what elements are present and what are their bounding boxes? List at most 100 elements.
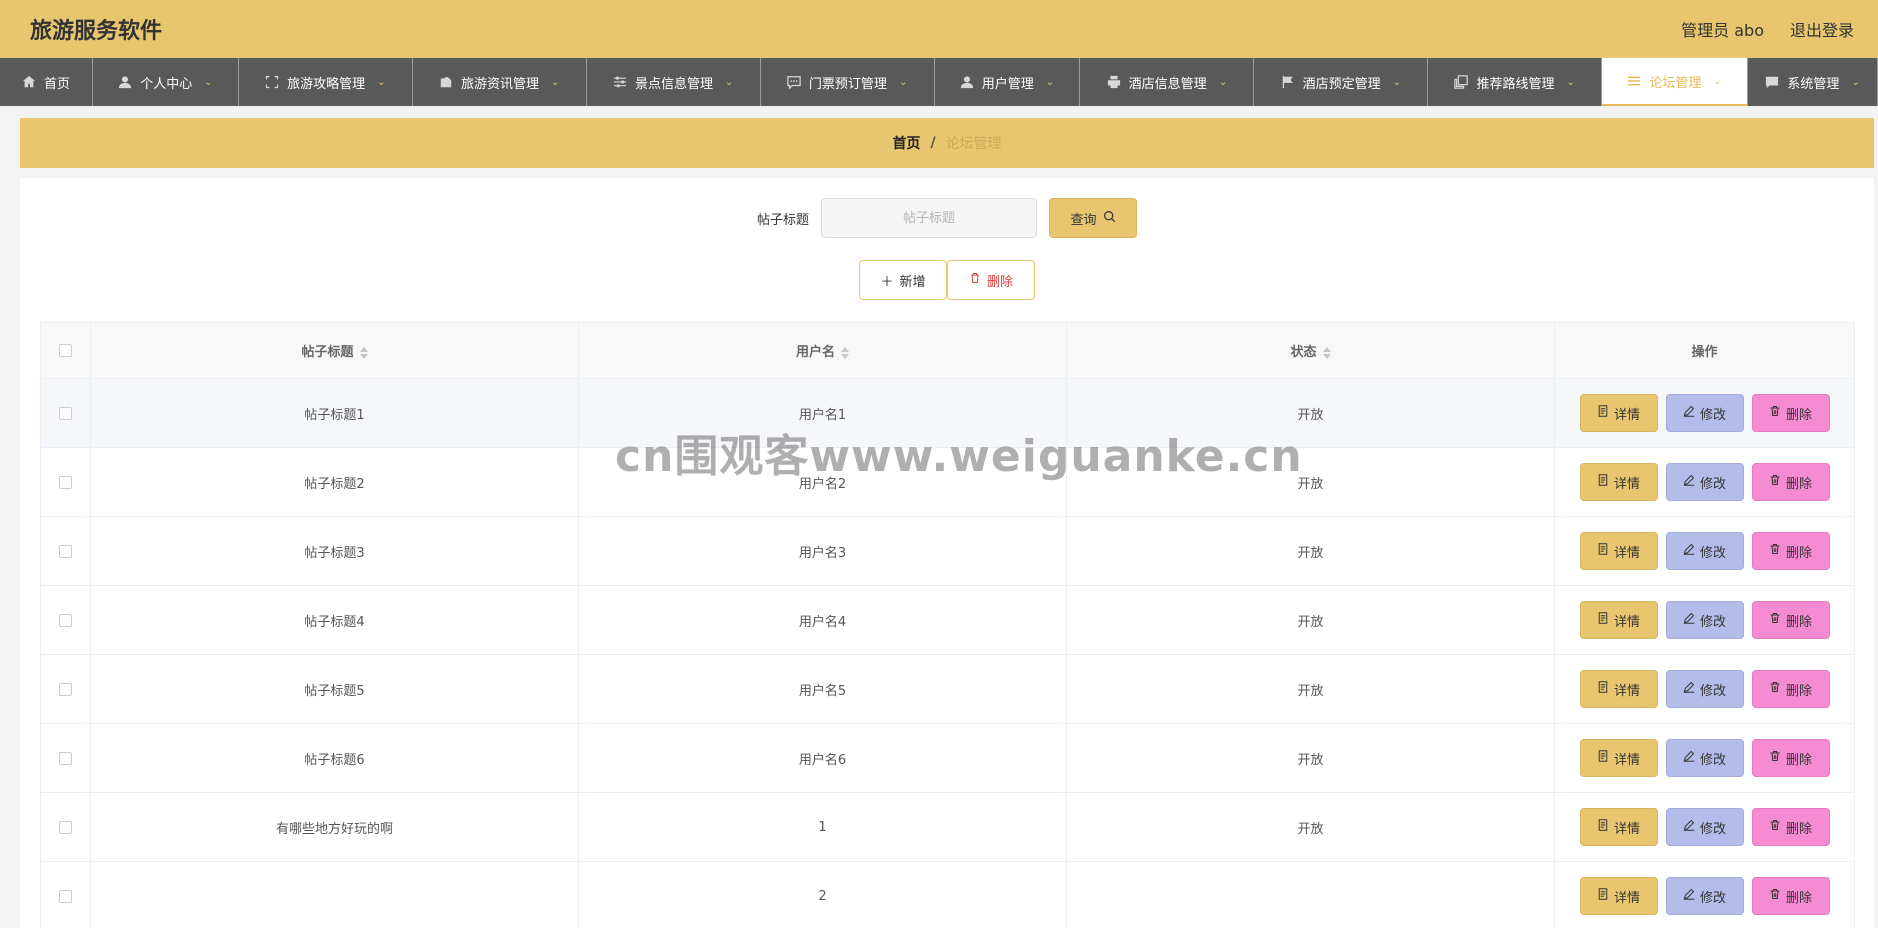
add-button[interactable]: ＋ 新增 [859, 260, 947, 300]
row-checkbox[interactable] [59, 820, 72, 834]
search-bar: 帖子标题 查询 [20, 198, 1874, 238]
row-select-cell[interactable] [40, 585, 91, 655]
cell-user: 用户名3 [578, 516, 1067, 586]
detail-button[interactable]: 详情 [1579, 394, 1658, 432]
cell-actions: 详情 修改 删除 [1554, 378, 1855, 448]
nav-item-10[interactable]: 论坛管理 ⌄ [1602, 58, 1749, 106]
current-user[interactable]: 管理员 abo [1681, 17, 1764, 41]
edit-button[interactable]: 修改 [1665, 601, 1744, 639]
cell-user: 用户名4 [578, 585, 1067, 655]
nav-item-label: 酒店信息管理 [1128, 76, 1207, 92]
select-all-checkbox[interactable] [59, 344, 72, 357]
sort-icon[interactable] [359, 346, 368, 359]
detail-button[interactable]: 详情 [1579, 463, 1658, 501]
content-panel: 帖子标题 查询 ＋ 新增 删除 帖子标题 用户名 [20, 178, 1874, 928]
edit-button[interactable]: 修改 [1665, 532, 1744, 570]
nav-item-5[interactable]: 门票预订管理 ⌄ [761, 58, 935, 106]
column-header-status[interactable]: 状态 [1066, 322, 1555, 379]
cell-user: 用户名6 [578, 723, 1067, 793]
cell-title: 有哪些地方好玩的啊 [90, 792, 579, 862]
delete-button[interactable]: 删除 [1751, 463, 1830, 501]
logout-link[interactable]: 退出登录 [1790, 17, 1854, 41]
nav-item-11[interactable]: 系统管理 ⌄ [1748, 58, 1878, 106]
delete-button[interactable]: 删除 [1751, 877, 1830, 915]
select-all-cell[interactable] [40, 322, 91, 379]
breadcrumb-home[interactable]: 首页 [892, 133, 920, 153]
row-checkbox[interactable] [59, 889, 72, 903]
nav-item-1[interactable]: 个人中心 ⌄ [93, 58, 239, 106]
delete-button[interactable]: 删除 [1751, 670, 1830, 708]
nav-item-2[interactable]: 旅游攻略管理 ⌄ [239, 58, 413, 106]
trash-icon [1769, 405, 1781, 421]
sort-icon[interactable] [841, 346, 849, 359]
sort-icon[interactable] [1322, 346, 1331, 359]
detail-button[interactable]: 详情 [1579, 601, 1658, 639]
cell-title: 帖子标题4 [90, 585, 579, 655]
trash-icon [1769, 681, 1781, 697]
detail-button[interactable]: 详情 [1579, 739, 1658, 777]
delete-button[interactable]: 删除 [1751, 394, 1830, 432]
edit-button[interactable]: 修改 [1665, 670, 1744, 708]
row-checkbox[interactable] [59, 406, 72, 420]
row-checkbox[interactable] [59, 475, 72, 489]
delete-button[interactable]: 删除 [1751, 808, 1830, 846]
document-icon [1597, 681, 1609, 697]
nav-item-6[interactable]: 用户管理 ⌄ [935, 58, 1081, 106]
query-button-label: 查询 [1070, 212, 1097, 228]
edit-icon [1683, 750, 1695, 766]
nav-item-9[interactable]: 推荐路线管理 ⌄ [1428, 58, 1603, 106]
row-select-cell[interactable] [40, 861, 91, 928]
document-icon [1597, 612, 1609, 628]
row-select-cell[interactable] [40, 654, 91, 724]
edit-button[interactable]: 修改 [1665, 808, 1744, 846]
column-header-user[interactable]: 用户名 [578, 322, 1067, 379]
flag-icon [1281, 75, 1295, 89]
detail-button[interactable]: 详情 [1579, 808, 1658, 846]
query-button[interactable]: 查询 [1049, 198, 1137, 238]
cell-title [90, 861, 579, 928]
cell-status: 开放 [1066, 585, 1555, 655]
nav-item-label: 用户管理 [981, 76, 1034, 92]
scan-icon [265, 75, 279, 89]
home-icon [22, 75, 36, 89]
cell-title: 帖子标题2 [90, 447, 579, 517]
row-select-cell[interactable] [40, 447, 91, 517]
column-header-title[interactable]: 帖子标题 [90, 322, 579, 379]
row-select-cell[interactable] [40, 792, 91, 862]
delete-button[interactable]: 删除 [1751, 601, 1830, 639]
delete-button[interactable]: 删除 [1751, 532, 1830, 570]
detail-button[interactable]: 详情 [1579, 670, 1658, 708]
chat-icon [787, 75, 801, 89]
row-select-cell[interactable] [40, 378, 91, 448]
edit-button[interactable]: 修改 [1665, 394, 1744, 432]
row-checkbox[interactable] [59, 613, 72, 627]
row-select-cell[interactable] [40, 723, 91, 793]
detail-button[interactable]: 详情 [1579, 877, 1658, 915]
trash-icon [1769, 612, 1781, 628]
row-checkbox[interactable] [59, 682, 72, 696]
nav-item-label: 推荐路线管理 [1476, 76, 1555, 92]
nav-item-4[interactable]: 景点信息管理 ⌄ [587, 58, 761, 106]
batch-delete-button[interactable]: 删除 [947, 260, 1035, 300]
table-header-row: 帖子标题 用户名 状态 操作 [40, 322, 1855, 379]
nav-item-8[interactable]: 酒店预定管理 ⌄ [1254, 58, 1429, 106]
row-select-cell[interactable] [40, 516, 91, 586]
delete-button[interactable]: 删除 [1751, 739, 1830, 777]
nav-item-7[interactable]: 酒店信息管理 ⌄ [1080, 58, 1255, 106]
table-row: 有哪些地方好玩的啊 1 开放 详情 修改 删除 [40, 792, 1855, 862]
detail-button[interactable]: 详情 [1579, 532, 1658, 570]
nav-item-3[interactable]: 旅游资讯管理 ⌄ [413, 58, 587, 106]
message-icon [1765, 75, 1779, 89]
row-checkbox[interactable] [59, 544, 72, 558]
trash-icon [969, 272, 981, 288]
nav-item-0[interactable]: 首页 [0, 58, 93, 106]
document-icon [1597, 543, 1609, 559]
cell-user: 用户名2 [578, 447, 1067, 517]
row-checkbox[interactable] [59, 751, 72, 765]
user-icon [118, 75, 132, 89]
search-input[interactable] [821, 198, 1037, 238]
edit-button[interactable]: 修改 [1665, 877, 1744, 915]
edit-button[interactable]: 修改 [1665, 739, 1744, 777]
cell-status: 开放 [1066, 654, 1555, 724]
edit-button[interactable]: 修改 [1665, 463, 1744, 501]
